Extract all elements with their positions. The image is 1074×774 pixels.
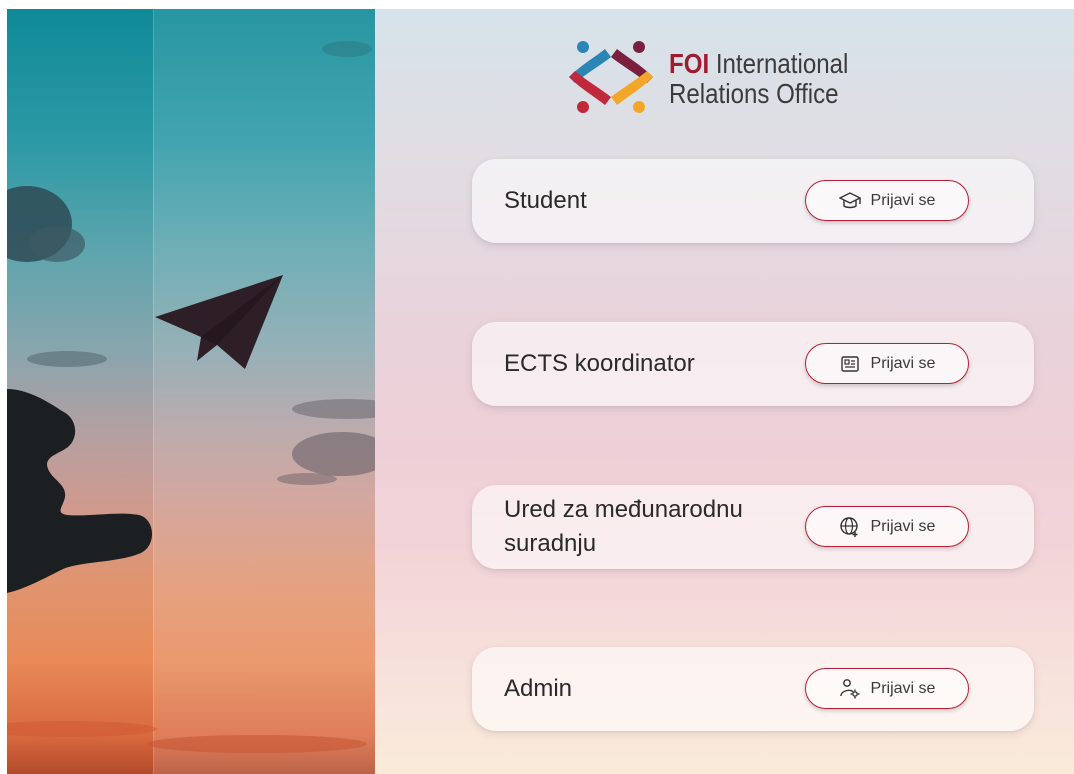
foi-logo: FOI International Relations Office [561, 27, 891, 127]
login-button-label: Prijavi se [870, 354, 936, 372]
login-panel: FOI International Relations Office Stude… [375, 9, 1074, 774]
paper-plane-icon [155, 275, 283, 369]
role-card-admin: Admin Prijavi se [472, 647, 1034, 731]
role-card-student: Student Prijavi se [472, 159, 1034, 243]
role-label: Admin [504, 675, 573, 702]
ured-login-button[interactable]: Prijavi se [805, 506, 969, 547]
logo-line2: Relations Office [669, 78, 839, 109]
graduation-cap-icon [838, 190, 861, 212]
hand-silhouette [7, 389, 153, 593]
role-card-ects: ECTS koordinator Prijavi se [472, 322, 1034, 406]
foi-logo-mark-icon [569, 41, 653, 113]
admin-login-button[interactable]: Prijavi se [805, 668, 969, 709]
id-card-icon [839, 353, 861, 375]
globe-add-icon [839, 516, 861, 538]
logo-text: FOI International Relations Office [669, 49, 848, 109]
login-button-label: Prijavi se [870, 517, 936, 535]
role-card-ured: Ured za međunarodnu suradnju Prijavi se [472, 485, 1034, 569]
role-label: ECTS koordinator [504, 350, 695, 377]
logo-line1: International [709, 48, 849, 79]
ects-login-button[interactable]: Prijavi se [805, 343, 969, 384]
user-settings-icon [839, 678, 861, 700]
logo-brand: FOI [669, 48, 710, 79]
login-button-label: Prijavi se [870, 191, 936, 209]
hero-image [7, 9, 375, 774]
hero-illustration [7, 41, 375, 753]
login-button-label: Prijavi se [870, 679, 936, 697]
role-label: Student [504, 187, 587, 214]
role-label: Ured za međunarodnu suradnju [504, 496, 743, 557]
student-login-button[interactable]: Prijavi se [805, 180, 969, 221]
